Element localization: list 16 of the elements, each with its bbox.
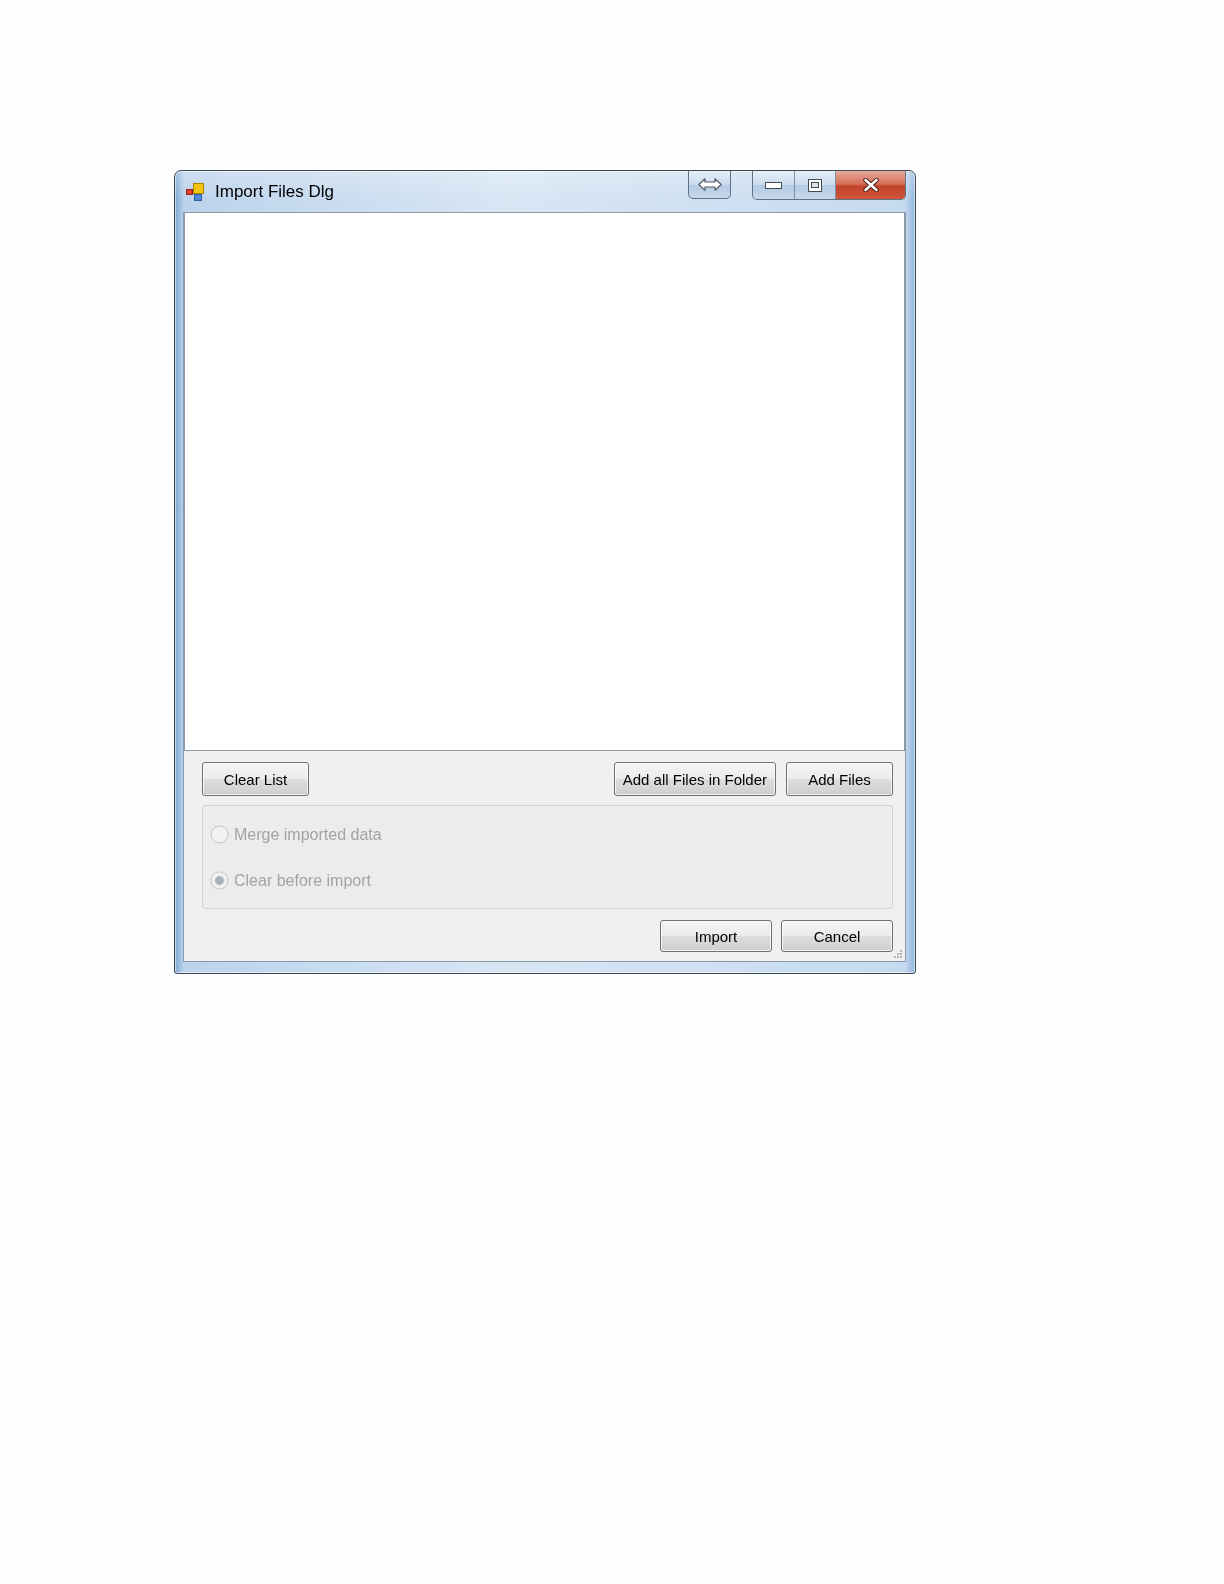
maximize-icon: [808, 178, 822, 192]
list-action-button[interactable]: Add all Files in Folder: [613, 762, 776, 796]
dialog-button[interactable]: Import: [660, 920, 772, 952]
dialog-button[interactable]: Cancel: [781, 920, 893, 952]
colored-squares-icon: [186, 182, 205, 201]
resize-grip-icon: [894, 950, 903, 959]
minimize-button[interactable]: [753, 171, 794, 199]
maximize-button[interactable]: [794, 171, 835, 199]
window-title: Import Files Dlg: [215, 181, 335, 202]
close-button[interactable]: [835, 171, 905, 199]
list-action-button[interactable]: Clear List: [202, 762, 309, 796]
close-icon: [862, 178, 879, 192]
double-arrow-icon: [697, 178, 722, 191]
double-arrow-button[interactable]: [688, 171, 731, 199]
list-action-button[interactable]: Add Files: [786, 762, 893, 796]
minimize-icon: [765, 181, 782, 189]
